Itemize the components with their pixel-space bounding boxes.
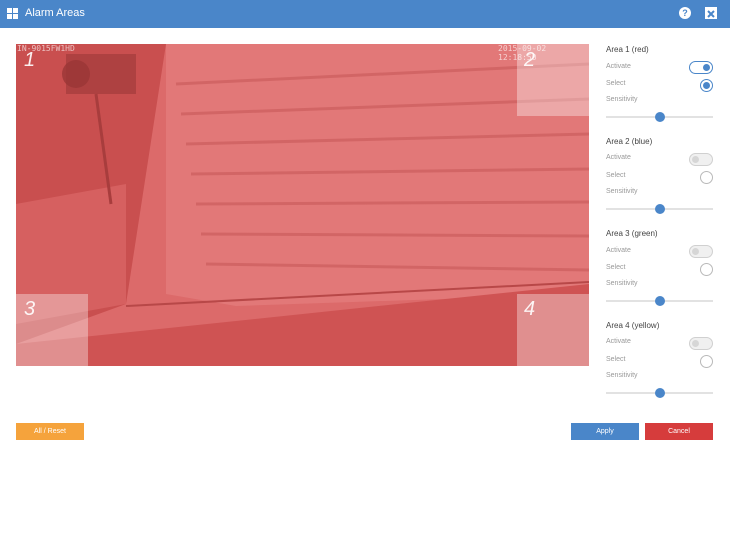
title-bar: Alarm Areas ? xyxy=(0,0,730,28)
area-3-activate-toggle[interactable] xyxy=(689,245,713,258)
activate-label: Activate xyxy=(606,154,631,161)
apply-button[interactable]: Apply xyxy=(571,423,639,440)
area-1-select-radio[interactable] xyxy=(700,79,713,92)
reset-button[interactable]: All / Reset xyxy=(16,423,84,440)
camera-scene xyxy=(16,44,589,366)
sensitivity-label: Sensitivity xyxy=(606,280,638,287)
area-number-3: 3 xyxy=(24,298,36,320)
area-1-settings: Area 1 (red) Activate Select Sensitivity xyxy=(606,44,716,134)
cancel-button[interactable]: Cancel xyxy=(645,423,713,440)
area-4-sensitivity-slider[interactable] xyxy=(606,388,713,398)
select-label: Select xyxy=(606,172,626,179)
select-label: Select xyxy=(606,264,626,271)
area-2-sensitivity-slider[interactable] xyxy=(606,204,713,214)
camera-preview[interactable]: IN-9015FW1HD 2015-09-02 12:18:50 1 2 3 4 xyxy=(16,44,589,366)
help-icon[interactable]: ? xyxy=(679,7,691,19)
sensitivity-label: Sensitivity xyxy=(606,188,638,195)
area-number-4: 4 xyxy=(524,298,536,320)
activate-label: Activate xyxy=(606,338,631,345)
area-title: Area 2 (blue) xyxy=(606,137,653,146)
windows-grid-icon xyxy=(7,8,18,19)
area-number-2: 2 xyxy=(524,49,536,71)
activate-label: Activate xyxy=(606,63,631,70)
sensitivity-label: Sensitivity xyxy=(606,372,638,379)
close-icon[interactable] xyxy=(705,7,717,19)
area-number-1: 1 xyxy=(24,49,36,71)
area-3-sensitivity-slider[interactable] xyxy=(606,296,713,306)
select-label: Select xyxy=(606,356,626,363)
area-3-settings: Area 3 (green) Activate Select Sensitivi… xyxy=(606,228,716,318)
area-1-activate-toggle[interactable] xyxy=(689,61,713,74)
area-title: Area 1 (red) xyxy=(606,45,649,54)
area-3-select-radio[interactable] xyxy=(700,263,713,276)
area-2-settings: Area 2 (blue) Activate Select Sensitivit… xyxy=(606,136,716,226)
area-4-activate-toggle[interactable] xyxy=(689,337,713,350)
area-1-sensitivity-slider[interactable] xyxy=(606,112,713,122)
area-4-select-radio[interactable] xyxy=(700,355,713,368)
activate-label: Activate xyxy=(606,247,631,254)
area-2-select-radio[interactable] xyxy=(700,171,713,184)
area-2-activate-toggle[interactable] xyxy=(689,153,713,166)
select-label: Select xyxy=(606,80,626,87)
window-title: Alarm Areas xyxy=(25,7,85,19)
sensitivity-label: Sensitivity xyxy=(606,96,638,103)
area-title: Area 3 (green) xyxy=(606,229,658,238)
area-title: Area 4 (yellow) xyxy=(606,321,660,330)
area-4-settings: Area 4 (yellow) Activate Select Sensitiv… xyxy=(606,320,716,410)
